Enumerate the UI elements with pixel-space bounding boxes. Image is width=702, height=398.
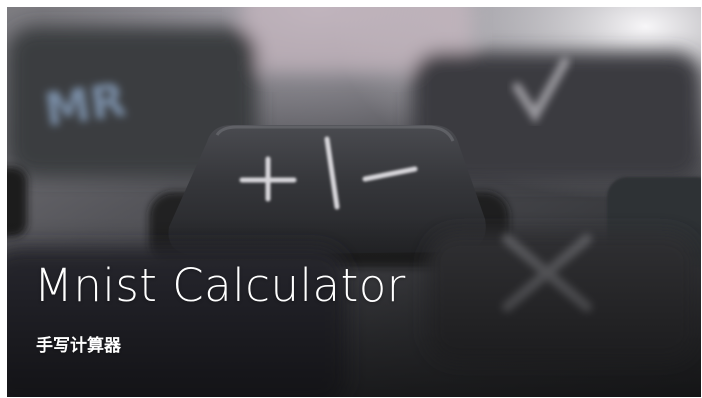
splash-hero: MR Mnist Calculator 手写计算器: [7, 7, 701, 397]
app-subtitle: 手写计算器: [36, 336, 121, 356]
app-title: Mnist Calculator: [34, 259, 406, 312]
svg-text:MR: MR: [41, 72, 129, 137]
